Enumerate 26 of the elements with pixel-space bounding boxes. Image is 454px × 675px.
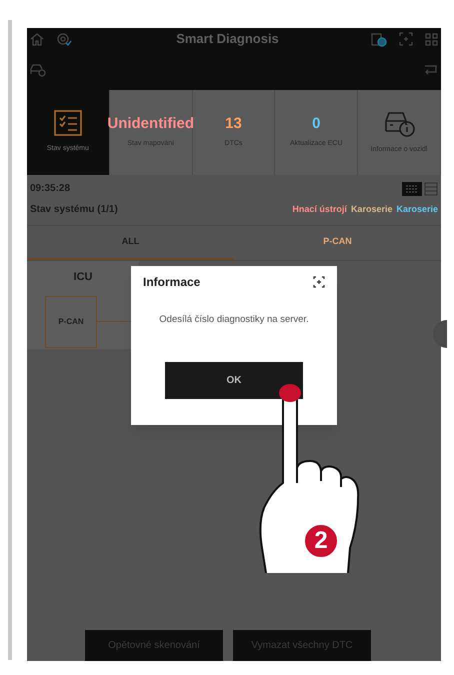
list-view-icon[interactable] xyxy=(424,182,438,196)
dialog-message: Odesílá číslo diagnostiky na server. xyxy=(158,313,310,327)
bus-node[interactable]: P-CAN xyxy=(45,296,97,348)
node-label: ICU xyxy=(74,270,92,285)
tile-value: 13 xyxy=(225,116,242,131)
return-icon[interactable] xyxy=(424,64,438,76)
dialog-title: Informace xyxy=(143,274,200,291)
system-status-title: Stav systému (1/1) xyxy=(30,203,118,217)
time-text: 09:35:28 xyxy=(30,182,70,196)
home-icon[interactable] xyxy=(30,32,44,46)
legend-label: Karoserie xyxy=(396,202,438,216)
device-icon[interactable] xyxy=(371,31,387,47)
tile-value: 0 xyxy=(312,116,320,131)
screenshot-icon[interactable] xyxy=(313,276,325,288)
app-title: Smart Diagnosis xyxy=(175,30,280,48)
qr-view-icon[interactable] xyxy=(402,182,422,196)
ok-button[interactable]: OK xyxy=(165,362,303,400)
grid-menu-icon[interactable] xyxy=(425,32,438,46)
car-info-icon xyxy=(382,109,416,138)
scroll-handle-icon[interactable] xyxy=(433,320,447,348)
gear-check-icon[interactable] xyxy=(56,31,72,47)
tile-value: Unidentified xyxy=(107,116,194,131)
bus-tab[interactable]: P-CAN xyxy=(234,226,441,260)
checklist-icon xyxy=(54,110,82,136)
legend-label: Karoserie xyxy=(350,202,392,216)
legend-label: Hnací ústrojí xyxy=(292,202,347,216)
